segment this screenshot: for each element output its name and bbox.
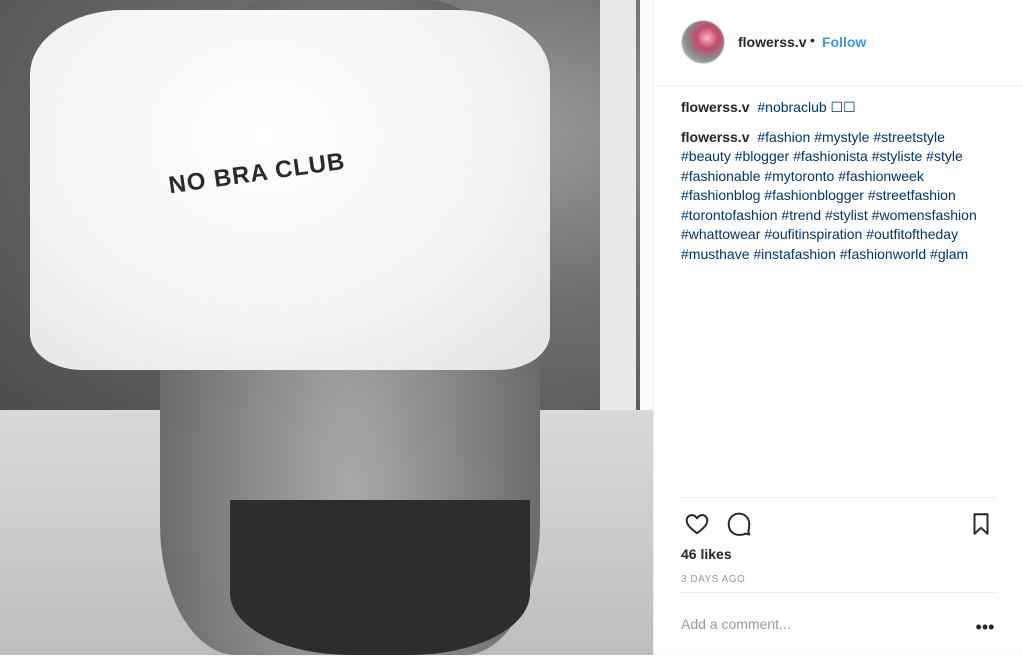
black-briefs (230, 500, 530, 655)
comment-author[interactable]: flowerss.v (681, 99, 749, 115)
like-button[interactable] (681, 508, 713, 540)
more-options-icon: ••• (975, 617, 995, 637)
post-sidebar: flowerss.v • Follow flowerss.v #nobraclu… (653, 0, 1023, 655)
bookmark-outline-icon (973, 513, 989, 535)
post-image[interactable]: NO BRA CLUB (0, 0, 653, 655)
likes-count[interactable]: 46 likes (681, 546, 732, 562)
comment-author[interactable]: flowerss.v (681, 129, 749, 145)
header-separator: • (810, 32, 815, 48)
comment-item: flowerss.v #nobraclub ☐☐ (681, 98, 997, 118)
comment-text: #fashion #mystyle #streetstyle #beauty #… (681, 128, 977, 262)
save-button[interactable] (965, 508, 997, 540)
comment-text: #nobraclub ☐☐ (757, 99, 856, 115)
comment-button[interactable] (723, 508, 755, 540)
heart-outline-icon (685, 514, 709, 535)
header-username[interactable]: flowerss.v (738, 34, 806, 50)
post-actions: 46 likes 3 DAYS AGO ••• (681, 497, 997, 655)
comment-bubble-icon (727, 512, 751, 536)
comments-list: flowerss.v #nobraclub ☐☐ flowerss.v #fas… (681, 98, 997, 494)
post-header: flowerss.v • Follow (654, 0, 1023, 86)
avatar[interactable] (681, 20, 725, 64)
post-container: NO BRA CLUB flowerss.v • Follow flowerss… (0, 0, 1023, 655)
post-timestamp[interactable]: 3 DAYS AGO (681, 574, 745, 585)
add-comment-section: ••• (681, 592, 997, 656)
follow-button[interactable]: Follow (822, 34, 866, 50)
window-frame (600, 0, 636, 440)
more-options-button[interactable]: ••• (973, 615, 997, 639)
comment-input[interactable] (681, 611, 961, 637)
action-icons-row (681, 508, 997, 542)
white-tshirt (30, 10, 550, 370)
comment-item: flowerss.v #fashion #mystyle #streetstyl… (681, 128, 997, 265)
